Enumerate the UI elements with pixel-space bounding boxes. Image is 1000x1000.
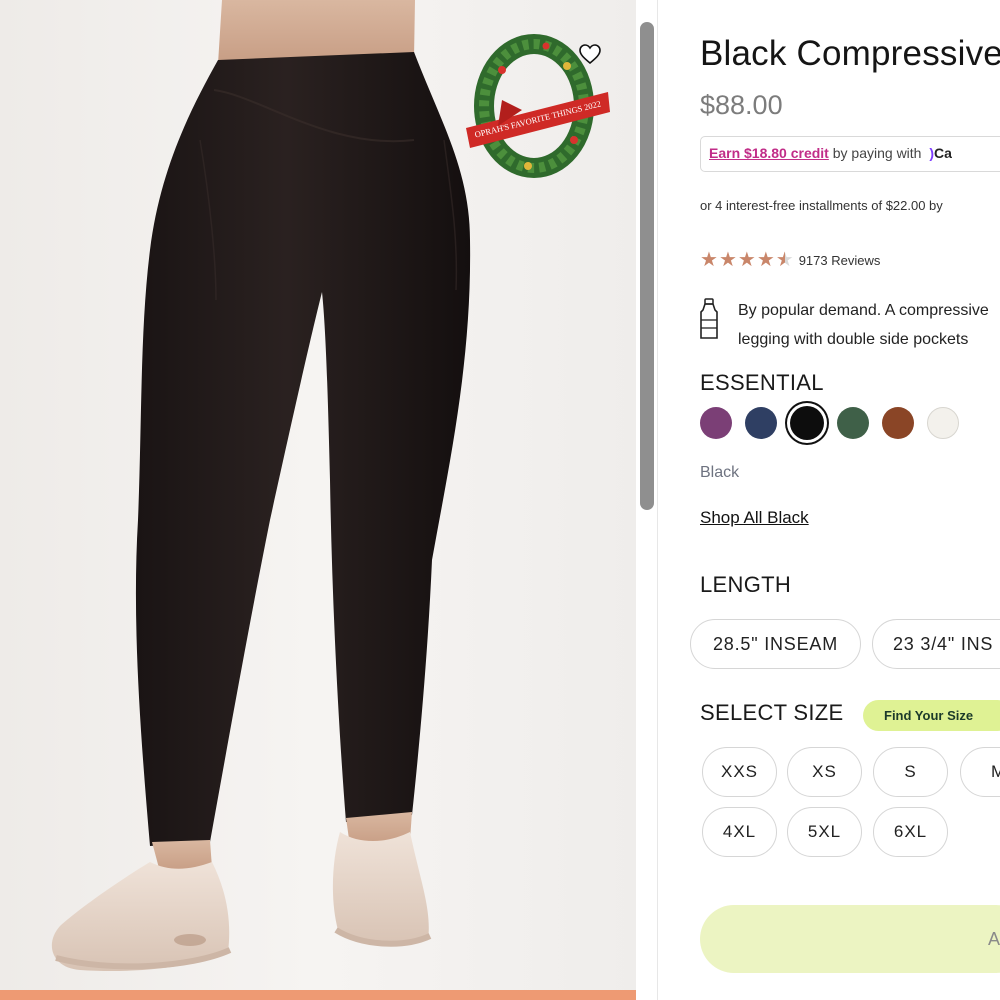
payment-brand-name: Ca [934, 145, 952, 161]
credit-suffix: by paying with [828, 145, 922, 161]
find-your-size-button[interactable]: Find Your Size [863, 700, 1000, 731]
color-swatch-black[interactable] [790, 406, 824, 440]
heart-icon [579, 44, 601, 65]
star-icon: ★ [737, 249, 756, 271]
star-icon: ★ [756, 249, 775, 271]
size-option-5xl[interactable]: 5XL [787, 807, 862, 857]
shop-all-color-link[interactable]: Shop All Black [700, 508, 809, 528]
gallery-bottom-strip [0, 990, 636, 1000]
length-label: LENGTH [700, 572, 792, 597]
color-swatch-navy[interactable] [745, 407, 777, 439]
size-option-m[interactable]: M [960, 747, 1000, 797]
select-size-label: SELECT SIZE [700, 700, 844, 725]
credit-offer-box[interactable]: Earn $18.80 credit by paying with )Ca [700, 136, 1000, 172]
size-option-xs[interactable]: XS [787, 747, 862, 797]
product-info-panel: Black Compressive Legging $88.00 Earn $1… [658, 0, 1000, 1000]
color-swatch-brown[interactable] [882, 407, 914, 439]
size-option-6xl[interactable]: 6XL [873, 807, 948, 857]
selected-color-name: Black [700, 464, 740, 481]
product-price: $88.00 [700, 90, 783, 120]
reviews-count-link[interactable]: 9173 Reviews [799, 253, 881, 268]
length-option-23-3-4[interactable]: 23 3/4" INS [872, 619, 1000, 669]
installments-text: or 4 interest-free installments of $22.0… [700, 198, 943, 213]
length-option-28-5[interactable]: 28.5" INSEAM [690, 619, 861, 669]
size-option-xxs[interactable]: XXS [702, 747, 777, 797]
collection-label: ESSENTIAL [700, 370, 824, 395]
add-to-bag-button[interactable]: A [700, 905, 1000, 973]
wishlist-heart-button[interactable] [576, 40, 604, 68]
color-swatch-green[interactable] [837, 407, 869, 439]
product-image-gallery[interactable]: OPRAH'S FAVORITE THINGS 2022 [0, 0, 636, 1000]
gallery-scrollbar-thumb[interactable] [640, 22, 654, 510]
star-icon: ★ [700, 249, 718, 271]
color-swatch-ivory[interactable] [927, 407, 959, 439]
description-line: legging with double side pockets [738, 331, 969, 348]
product-description: By popular demand. A compressive legging… [738, 296, 989, 354]
recycled-bottle-icon [700, 298, 718, 339]
add-to-bag-label: A [988, 928, 1000, 949]
color-swatches [700, 406, 972, 440]
star-icon: ★ [718, 249, 737, 271]
size-option-4xl[interactable]: 4XL [702, 807, 777, 857]
size-option-s[interactable]: S [873, 747, 948, 797]
description-line: By popular demand. A compressive [738, 302, 989, 319]
product-title: Black Compressive Legging [700, 34, 1000, 73]
half-star-icon: ★ [775, 249, 794, 271]
color-swatch-plum[interactable] [700, 407, 732, 439]
earn-credit-link[interactable]: Earn $18.80 credit [709, 145, 829, 161]
rating-stars[interactable]: ★ ★ ★ ★ ★ 9173 Reviews [700, 250, 880, 270]
